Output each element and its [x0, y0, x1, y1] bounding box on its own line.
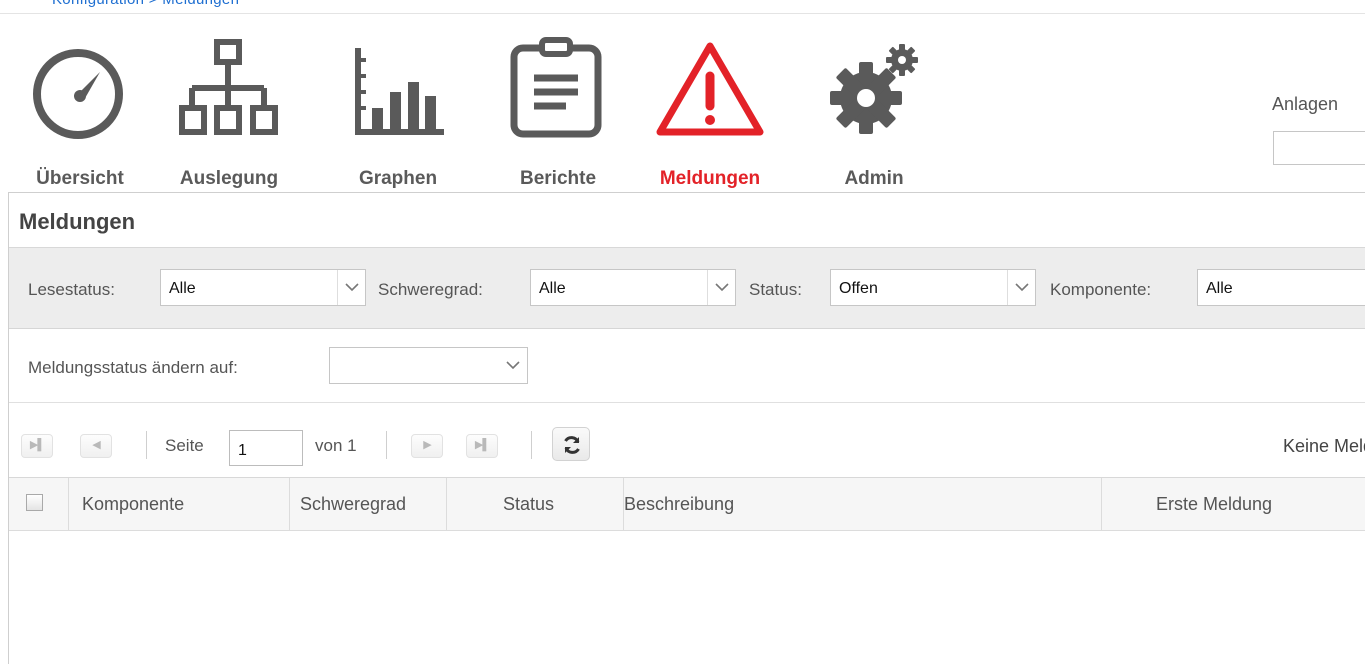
status-value: Offen: [839, 280, 878, 297]
nav-label-graphen: Graphen: [358, 168, 438, 189]
toolbar-separator: [386, 431, 387, 459]
gears-icon: [830, 44, 918, 134]
nav-item-meldungen[interactable]: Meldungen: [650, 36, 770, 189]
chevron-down-icon: [499, 348, 527, 383]
nav-label-meldungen: Meldungen: [659, 168, 761, 189]
col-komponente-label: Komponente: [82, 494, 185, 514]
first-page-icon: ▶▌: [29, 439, 45, 451]
status-select[interactable]: Offen: [830, 269, 1036, 306]
table-header: Komponente Schweregrad Status Beschreibu…: [9, 478, 1365, 531]
lesestatus-label: Lesestatus:: [28, 280, 115, 299]
nav-label-berichte: Berichte: [519, 168, 597, 189]
pagination-toolbar: ▶▌ ◀ Seite 1 von 1 ▶ ▶▌ Keine Meldungen: [9, 403, 1365, 478]
nav-item-admin[interactable]: Admin: [814, 36, 934, 189]
komponente-value: Alle: [1206, 280, 1233, 297]
status-label: Status:: [749, 280, 802, 299]
col-status[interactable]: Status: [447, 478, 624, 530]
col-status-label: Status: [503, 494, 555, 514]
panel-header: Meldungen: [9, 193, 1365, 248]
komponente-label: Komponente:: [1050, 280, 1152, 299]
gauge-icon: [33, 49, 123, 139]
nav-item-uebersicht[interactable]: Übersicht: [20, 36, 140, 189]
chevron-down-icon: [337, 270, 365, 305]
select-all-checkbox[interactable]: [26, 494, 43, 511]
change-status-label: Meldungsstatus ändern auf:: [28, 358, 238, 377]
nav-label-auslegung: Auslegung: [179, 168, 279, 189]
col-beschreibung[interactable]: Beschreibung: [624, 478, 1102, 530]
chevron-down-icon: [1007, 270, 1035, 305]
komponente-select[interactable]: Alle: [1197, 269, 1365, 306]
page-number-value: 1: [238, 442, 247, 459]
schweregrad-select[interactable]: Alle: [530, 269, 736, 306]
lesestatus-select[interactable]: Alle: [160, 269, 366, 306]
change-status-bar: Meldungsstatus ändern auf:: [9, 329, 1365, 403]
prev-page-icon: ◀: [92, 439, 100, 451]
bar-chart-icon: [355, 48, 444, 135]
nav-label-uebersicht: Übersicht: [36, 168, 124, 189]
meldungen-panel: Meldungen Lesestatus: Alle Schweregrad: …: [8, 192, 1365, 664]
schweregrad-value: Alle: [539, 280, 566, 297]
col-schweregrad[interactable]: Schweregrad: [290, 478, 447, 530]
toolbar-separator: [146, 431, 147, 459]
next-page-icon: ▶: [423, 439, 431, 451]
first-page-button[interactable]: ▶▌: [21, 434, 53, 458]
breadcrumb[interactable]: Konfiguration > Meldungen: [52, 0, 239, 8]
chevron-down-icon: [707, 270, 735, 305]
warning-icon: [656, 42, 764, 136]
toolbar-separator: [531, 431, 532, 459]
page-label: Seite: [165, 436, 204, 455]
table-body: [9, 531, 1365, 664]
col-komponente[interactable]: Komponente: [69, 478, 290, 530]
col-beschreibung-label: Beschreibung: [624, 494, 735, 514]
select-all-cell: [9, 478, 69, 530]
anlage-select[interactable]: [1273, 131, 1365, 165]
nav-label-admin: Admin: [844, 168, 904, 189]
prev-page-button[interactable]: ◀: [80, 434, 112, 458]
change-status-select[interactable]: [329, 347, 528, 384]
next-page-button[interactable]: ▶: [411, 434, 443, 458]
main-nav: Übersicht Auslegung Graphen Berichte Mel…: [0, 14, 1365, 192]
panel-title: Meldungen: [19, 209, 136, 234]
col-erste-meldung-label: Erste Meldung: [1156, 494, 1273, 514]
sitemap-icon: [179, 39, 278, 135]
nav-item-berichte[interactable]: Berichte: [498, 36, 618, 189]
filter-bar: Lesestatus: Alle Schweregrad: Alle Statu…: [9, 248, 1365, 329]
nav-item-graphen[interactable]: Graphen: [338, 36, 458, 189]
page-count-label: von 1: [315, 436, 357, 455]
empty-message: Keine Meldungen: [1283, 436, 1365, 456]
schweregrad-label: Schweregrad:: [378, 280, 483, 299]
page-number-input[interactable]: 1: [229, 430, 303, 466]
nav-item-auslegung[interactable]: Auslegung: [169, 36, 289, 189]
lesestatus-value: Alle: [169, 280, 196, 297]
refresh-button[interactable]: [552, 427, 590, 461]
clipboard-icon: [510, 37, 602, 138]
col-schweregrad-label: Schweregrad: [300, 494, 407, 514]
col-erste-meldung[interactable]: Erste Meldung: [1102, 478, 1365, 530]
refresh-icon: [564, 436, 580, 454]
anlage-label: Anlagen: [1272, 94, 1339, 114]
top-strip: Konfiguration > Meldungen: [0, 0, 1365, 14]
last-page-icon: ▶▌: [474, 439, 490, 451]
last-page-button[interactable]: ▶▌: [466, 434, 498, 458]
